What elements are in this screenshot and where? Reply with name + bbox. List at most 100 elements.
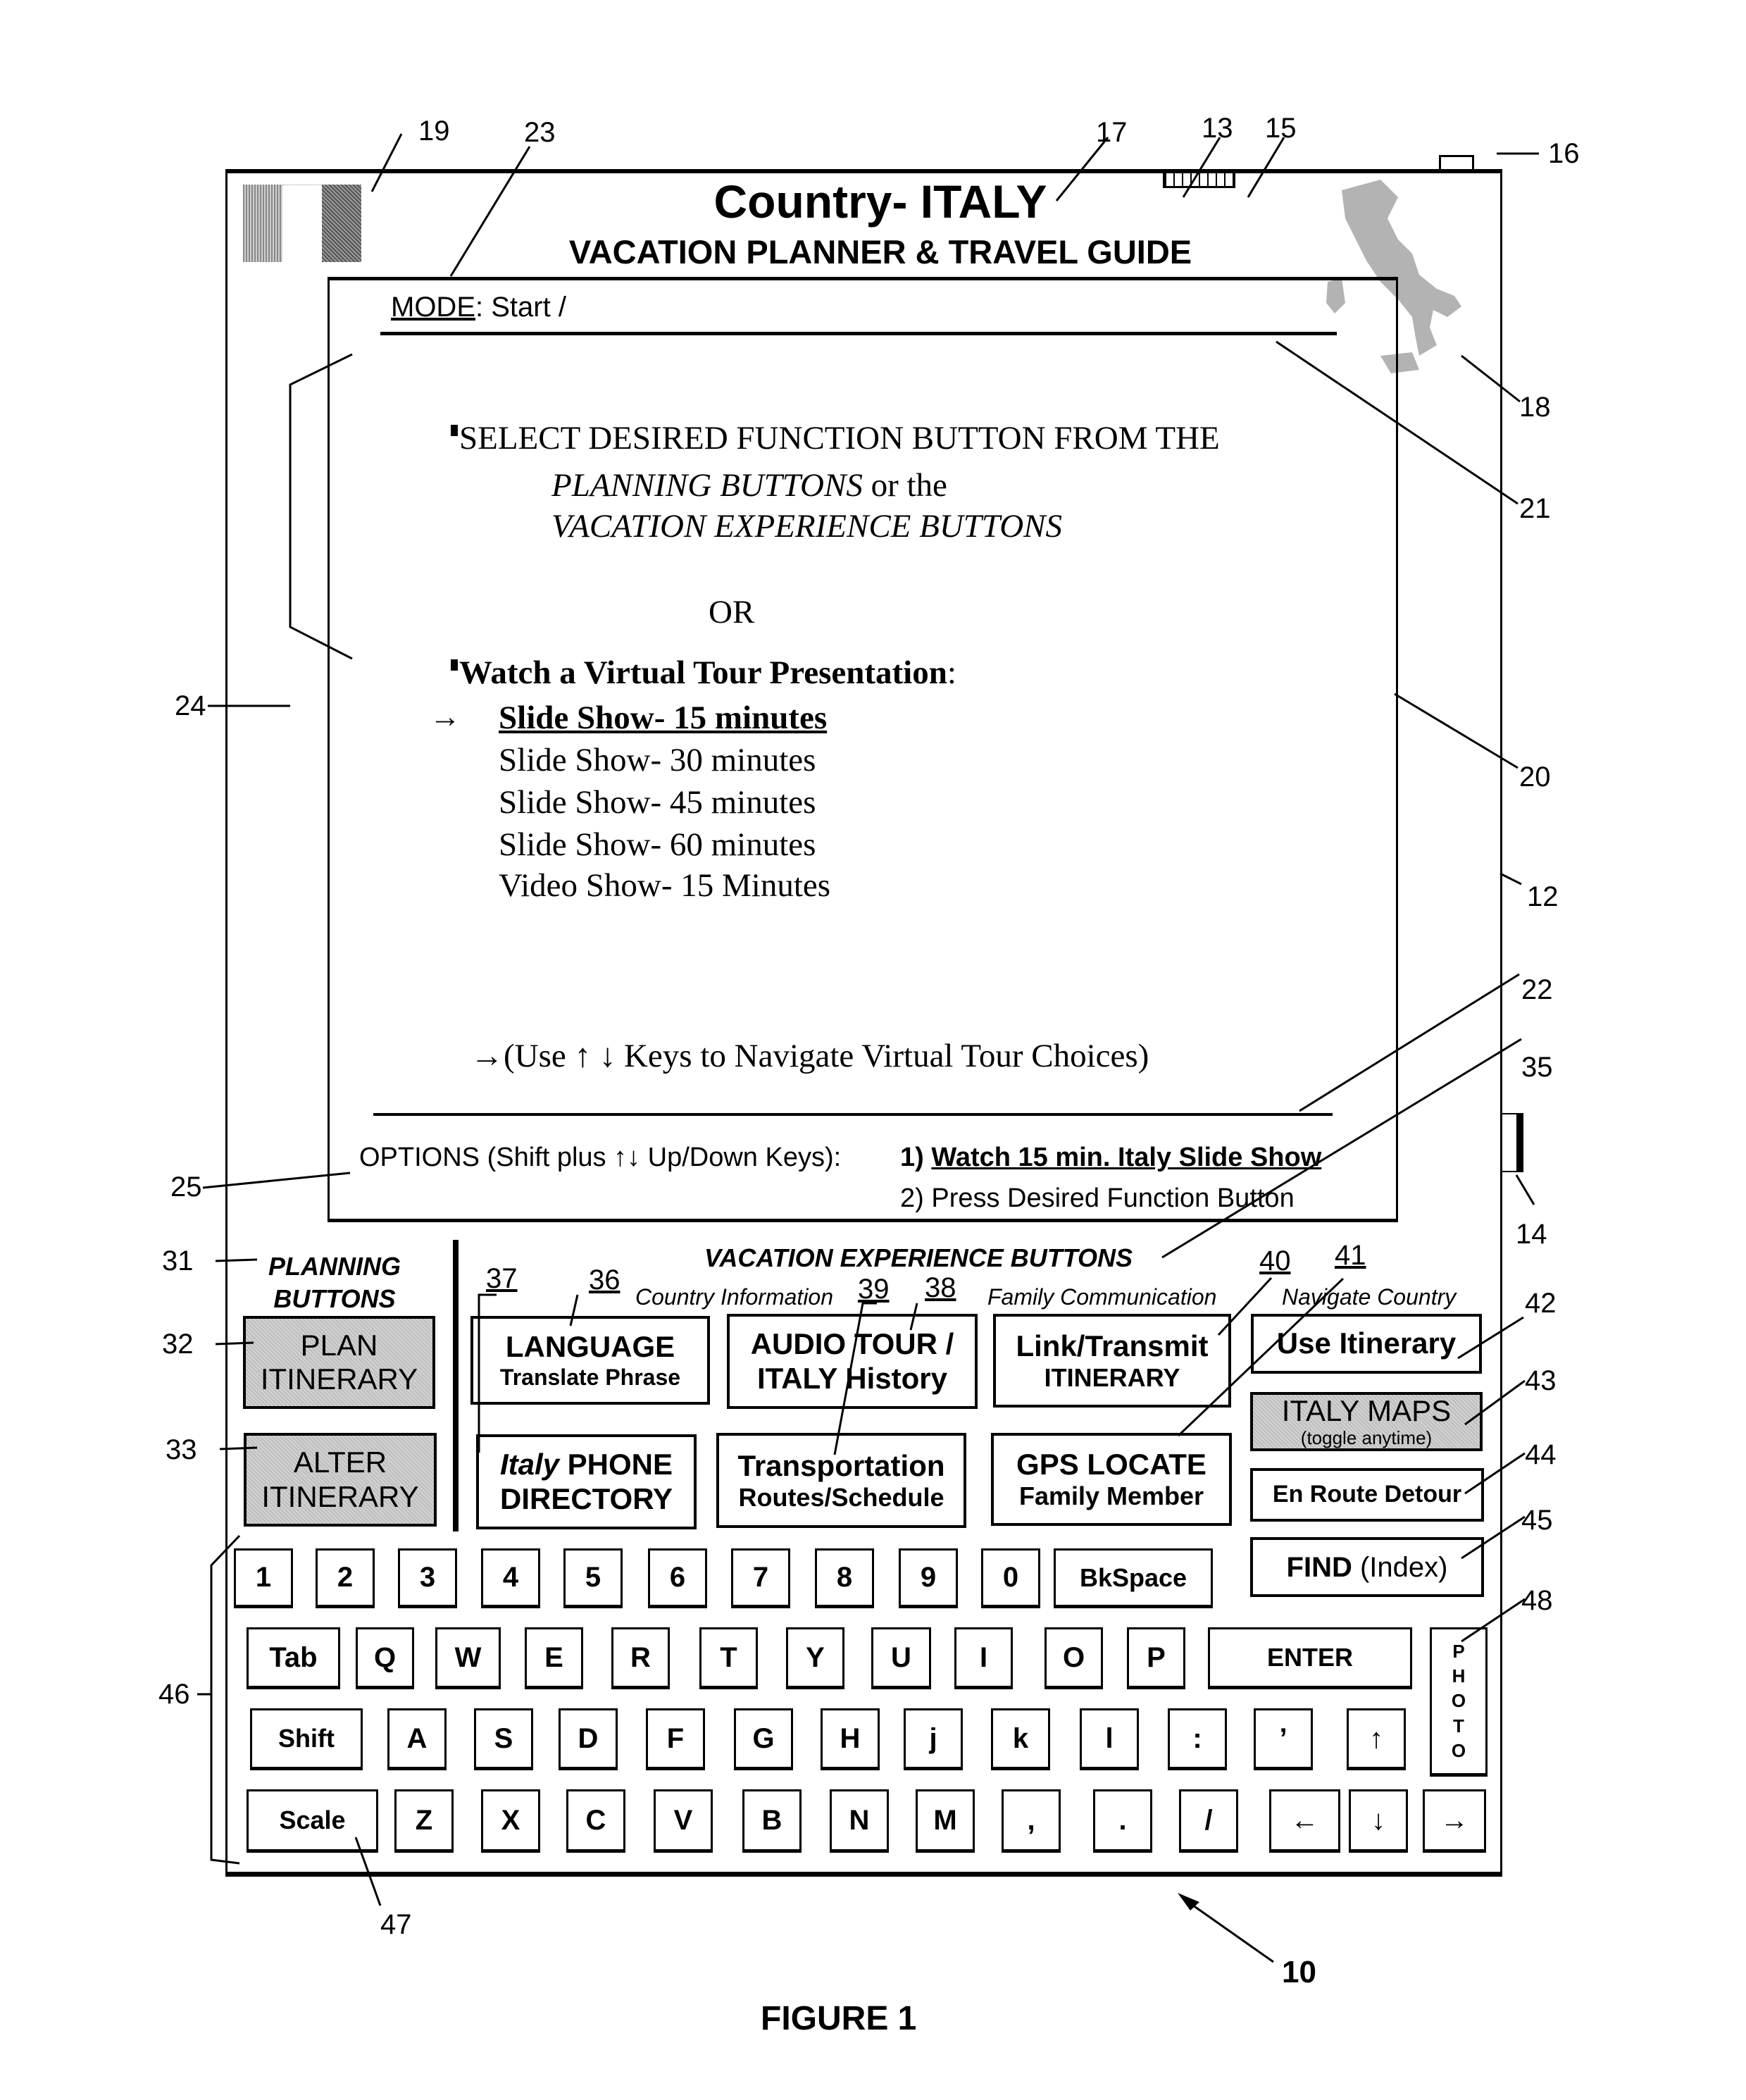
label-rest: PHONE [559, 1448, 673, 1481]
key-bkspace[interactable]: BkSpace [1054, 1548, 1213, 1608]
key-7[interactable]: 7 [731, 1548, 790, 1608]
key-colon[interactable]: : [1168, 1708, 1227, 1770]
virtual-tour-option[interactable]: Slide Show- 15 minutes [499, 699, 827, 737]
key-0[interactable]: 0 [981, 1548, 1040, 1608]
key-e[interactable]: E [525, 1627, 583, 1689]
language-button[interactable]: LANGUAGE Translate Phrase [470, 1316, 710, 1405]
ref-19: 19 [418, 116, 450, 147]
key-x[interactable]: X [481, 1789, 540, 1853]
ref-16: 16 [1548, 138, 1580, 169]
button-label: ITALY MAPS [1281, 1393, 1452, 1427]
transportation-button[interactable]: Transportation Routes/Schedule [716, 1433, 966, 1528]
key-letter: T [1453, 1715, 1464, 1736]
key-1[interactable]: 1 [234, 1548, 293, 1608]
country-title: Country- ITALY [713, 175, 1047, 228]
key-j[interactable]: j [904, 1708, 963, 1770]
key-l[interactable]: l [1080, 1708, 1139, 1770]
key-shift[interactable]: Shift [250, 1708, 363, 1770]
key-6[interactable]: 6 [648, 1548, 707, 1608]
key-i[interactable]: I [954, 1627, 1013, 1689]
figure-caption: FIGURE 1 [761, 2000, 917, 2037]
button-label: AUDIO TOUR / [750, 1327, 954, 1361]
virtual-tour-option[interactable]: Video Show- 15 Minutes [499, 866, 830, 905]
flag-band-white [282, 185, 322, 262]
virtual-tour-option[interactable]: Slide Show- 30 minutes [499, 741, 816, 779]
key-arrow-left[interactable]: ← [1269, 1789, 1340, 1853]
find-index-button[interactable]: FIND (Index) [1250, 1537, 1484, 1597]
plan-itinerary-button[interactable]: PLAN ITINERARY [243, 1316, 435, 1409]
key-apostrophe[interactable]: ’ [1254, 1708, 1313, 1770]
key-q[interactable]: Q [356, 1627, 414, 1689]
ref-32: 32 [162, 1329, 194, 1360]
virtual-tour-option[interactable]: Slide Show- 60 minutes [499, 826, 816, 864]
key-arrow-right[interactable]: → [1423, 1789, 1486, 1853]
key-b[interactable]: B [742, 1789, 802, 1853]
key-r[interactable]: R [611, 1627, 670, 1689]
ref-47: 47 [380, 1909, 412, 1940]
key-m[interactable]: M [916, 1789, 975, 1853]
key-d[interactable]: D [559, 1708, 618, 1770]
instruction-line-2: PLANNING BUTTONS or the [551, 466, 947, 504]
instruction-line: SELECT DESIRED FUNCTION BUTTON FROM THE [451, 419, 1220, 457]
key-comma[interactable]: , [1002, 1789, 1061, 1853]
key-8[interactable]: 8 [815, 1548, 874, 1608]
key-arrow-down[interactable]: ↓ [1349, 1789, 1408, 1853]
key-u[interactable]: U [871, 1627, 931, 1689]
key-g[interactable]: G [734, 1708, 793, 1770]
key-o[interactable]: O [1045, 1627, 1103, 1689]
key-f[interactable]: F [646, 1708, 705, 1770]
key-t[interactable]: T [699, 1627, 758, 1689]
key-slash[interactable]: / [1179, 1789, 1238, 1853]
key-z[interactable]: Z [394, 1789, 454, 1853]
navigation-hint: →(Use ↑ ↓ Keys to Navigate Virtual Tour … [470, 1038, 1149, 1074]
use-itinerary-button[interactable]: Use Itinerary [1251, 1314, 1482, 1374]
ref-23: 23 [524, 117, 556, 148]
link-transmit-button[interactable]: Link/Transmit ITINERARY [993, 1314, 1231, 1408]
en-route-detour-button[interactable]: En Route Detour [1250, 1468, 1484, 1522]
key-y[interactable]: Y [786, 1627, 844, 1689]
key-tab[interactable]: Tab [247, 1627, 340, 1689]
side-button[interactable] [1502, 1113, 1523, 1172]
key-scale[interactable]: Scale [247, 1789, 378, 1853]
key-9[interactable]: 9 [899, 1548, 958, 1608]
ref-22: 22 [1521, 974, 1553, 1005]
alter-itinerary-button[interactable]: ALTER ITINERARY [244, 1433, 437, 1527]
key-c[interactable]: C [566, 1789, 625, 1853]
instruction-text: SELECT DESIRED FUNCTION BUTTON FROM THE [459, 420, 1220, 456]
flag-band-red [322, 185, 361, 262]
option-watch-slideshow[interactable]: 1) Watch 15 min. Italy Slide Show [900, 1143, 1321, 1173]
key-k[interactable]: k [991, 1708, 1050, 1770]
button-label: ITINERARY [260, 1362, 418, 1396]
ref-21: 21 [1519, 493, 1551, 524]
key-s[interactable]: S [474, 1708, 533, 1770]
option-press-button[interactable]: 2) Press Desired Function Button [900, 1183, 1295, 1214]
button-label: Transportation [737, 1448, 945, 1482]
option-watch-link[interactable]: Watch 15 min. Italy Slide Show [931, 1143, 1321, 1172]
key-4[interactable]: 4 [481, 1548, 540, 1608]
key-h[interactable]: H [821, 1708, 880, 1770]
key-w[interactable]: W [435, 1627, 501, 1689]
key-n[interactable]: N [830, 1789, 889, 1853]
key-enter[interactable]: ENTER [1208, 1627, 1412, 1689]
gps-locate-button[interactable]: GPS LOCATE Family Member [991, 1433, 1232, 1526]
ref-10: 10 [1282, 1955, 1316, 1989]
key-2[interactable]: 2 [316, 1548, 375, 1608]
italy-maps-toggle-button[interactable]: ITALY MAPS (toggle anytime) [1250, 1392, 1483, 1451]
button-label: GPS LOCATE [1016, 1448, 1206, 1481]
ref-25: 25 [170, 1172, 202, 1203]
button-label: DIRECTORY [499, 1481, 673, 1515]
ref-33: 33 [166, 1434, 197, 1465]
photo-key[interactable]: P H O T O [1430, 1627, 1488, 1777]
key-p[interactable]: P [1127, 1627, 1185, 1689]
key-v[interactable]: V [654, 1789, 713, 1853]
key-a[interactable]: A [387, 1708, 447, 1770]
key-period[interactable]: . [1093, 1789, 1152, 1853]
button-label: ITALY History [757, 1361, 947, 1395]
key-3[interactable]: 3 [398, 1548, 457, 1608]
virtual-tour-option[interactable]: Slide Show- 45 minutes [499, 783, 816, 821]
key-arrow-up[interactable]: ↑ [1347, 1708, 1406, 1770]
phone-directory-button[interactable]: Italy PHONE DIRECTORY [476, 1434, 697, 1529]
audio-tour-button[interactable]: AUDIO TOUR / ITALY History [727, 1314, 978, 1409]
key-5[interactable]: 5 [563, 1548, 623, 1608]
power-button[interactable] [1439, 155, 1474, 170]
